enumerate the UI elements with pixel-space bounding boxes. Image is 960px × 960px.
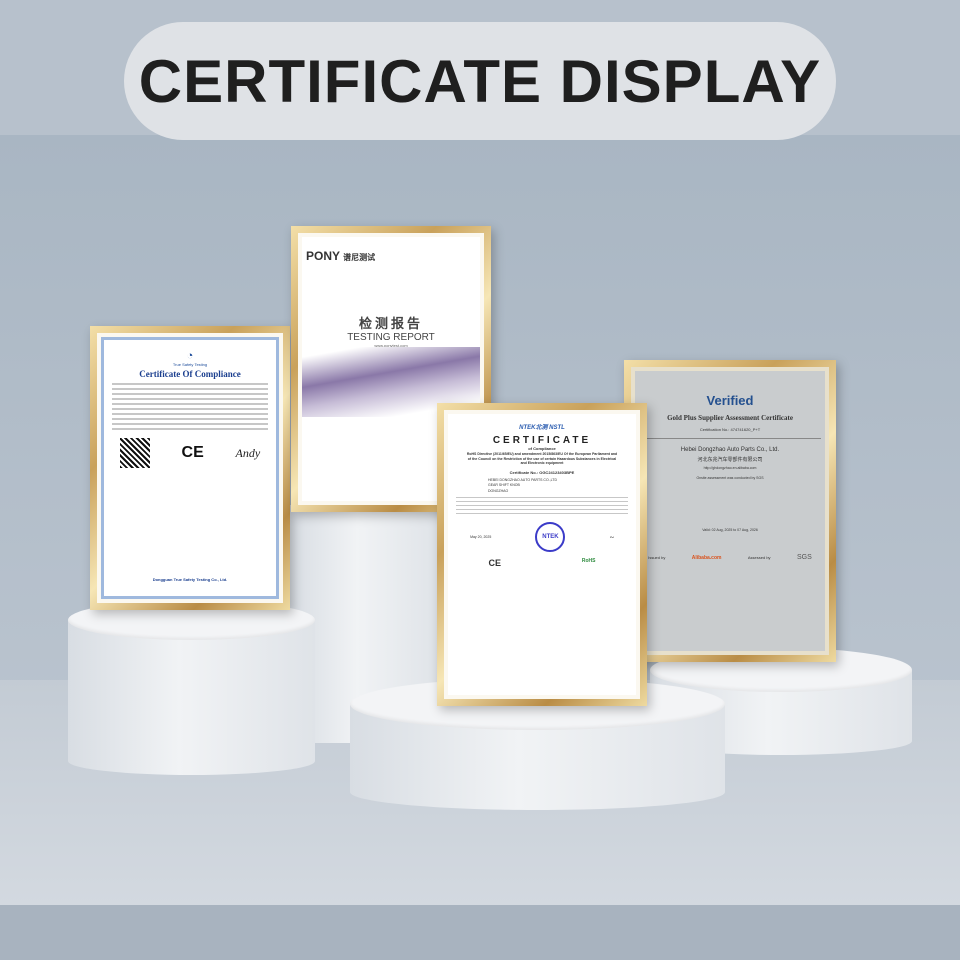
pony-logo: PONY — [306, 249, 340, 263]
cert-title: Gold Plus Supplier Assessment Certificat… — [667, 414, 793, 422]
title-cn: 检测报告 — [358, 317, 423, 332]
cert-title: CERTIFICATE — [492, 435, 592, 446]
footer: Dongguan True Safety Testing Co., Ltd. — [152, 577, 228, 582]
title-banner: CERTIFICATE DISPLAY — [124, 22, 836, 140]
issuer: True Safety Testing — [172, 362, 208, 367]
qr-code-icon — [119, 438, 150, 468]
validity: Valid: 02 Aug, 2025 to 07 Aug, 2026 — [702, 528, 758, 532]
certificate-ce-compliance: ◔ True Safety Testing Certificate Of Com… — [90, 326, 290, 610]
rohs-logo-icon: RoHS — [581, 558, 596, 565]
date: May 20, 2025 — [470, 535, 492, 540]
cert-title: Certificate Of Compliance — [139, 369, 241, 379]
cert-number: Certification No.: 474741620_P+T — [699, 427, 761, 432]
directive: RoHS Directive (2011/65/EU) and amendmen… — [466, 452, 618, 466]
pony-logo-cn: 谱尼测试 — [343, 253, 376, 262]
issued-by-label: Issued by — [648, 555, 666, 560]
assessed-by-label: Assessed by — [747, 555, 771, 560]
note: Onsite assessment was conducted by SGS — [696, 476, 764, 480]
background-bottom — [0, 905, 960, 960]
alibaba-logo: Alibaba.com — [691, 554, 722, 561]
signature: Andy — [235, 445, 261, 460]
certificate-rohs: NTEK北测 NSTL CERTIFICATE of Compliance Ro… — [437, 403, 647, 706]
trade-name: DONGZHAO — [488, 488, 509, 493]
verified-logo: Verified — [706, 393, 754, 408]
ce-mark: CE — [181, 444, 204, 461]
pedestal-left — [68, 620, 315, 775]
report-title: TESTING REPORT — [347, 332, 435, 343]
ntek-seal-icon: NTEK — [535, 522, 566, 553]
certificate-gold-plus: Verified Gold Plus Supplier Assessment C… — [624, 360, 836, 662]
cert-number: Certificate No.: OGC24123403BPE — [509, 469, 575, 475]
url: http://ghdongzhao.en.alibaba.com — [703, 466, 757, 470]
ntek-logo: NTEK北测 NSTL — [519, 425, 565, 431]
sgs-logo: SGS — [796, 554, 812, 561]
signature: ~ — [609, 532, 614, 542]
ce-mark: CE — [488, 558, 501, 569]
company-name-cn: 河北东兆汽车零部件有限公司 — [697, 457, 763, 463]
tst-logo-icon: ◔ — [186, 350, 194, 362]
page-title: CERTIFICATE DISPLAY — [138, 47, 822, 115]
company-name: Hebei Dongzhao Auto Parts Co., Ltd. — [680, 447, 780, 453]
